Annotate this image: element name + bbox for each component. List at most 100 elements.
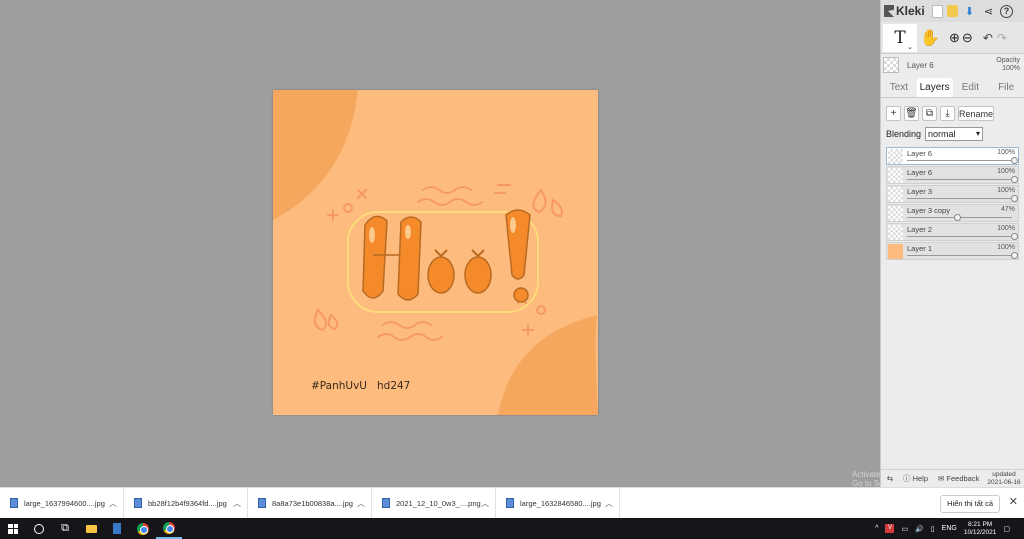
kleki-logo-icon: [884, 5, 894, 17]
opacity-slider-handle[interactable]: [1011, 252, 1018, 259]
chrome-active-button[interactable]: [156, 518, 182, 539]
share-icon[interactable]: ⋖: [981, 4, 996, 19]
layer-row[interactable]: Layer 6 100%: [886, 147, 1019, 165]
language-indicator[interactable]: ENG: [942, 525, 957, 532]
current-layer-thumbnail: [883, 57, 899, 73]
blending-select[interactable]: normal: [925, 127, 984, 141]
help-link[interactable]: ⓘ Help: [903, 473, 928, 484]
duplicate-icon: ⧉: [925, 108, 934, 119]
new-image-icon[interactable]: [932, 4, 943, 18]
image-file-icon: [10, 498, 18, 508]
volume-icon[interactable]: 🔊: [915, 525, 924, 533]
text-tool-icon: T: [894, 27, 906, 48]
artwork-tag-2: hd247: [377, 380, 411, 392]
opacity-slider-handle[interactable]: [1011, 233, 1018, 240]
opacity-slider-track[interactable]: [907, 198, 1012, 199]
rename-layer-button[interactable]: Rename: [958, 106, 994, 121]
download-filename: 2021_12_10_0w3_....png: [396, 498, 481, 508]
layer-row[interactable]: Layer 6 100%: [886, 166, 1019, 184]
layer-opacity: 47%: [1000, 206, 1015, 213]
layer-thumbnail: [888, 244, 903, 259]
updated-label: updated: [992, 470, 1016, 478]
opacity-slider-track[interactable]: [907, 255, 1012, 256]
download-item[interactable]: 2021_12_10_0w3_....png ︿: [372, 487, 496, 519]
clock[interactable]: 8:21 PM 10/12/2021: [964, 521, 997, 537]
tab-layers[interactable]: Layers: [916, 78, 953, 97]
layer-name: Layer 6: [907, 168, 933, 177]
hand-tool-icon[interactable]: ✋: [917, 24, 943, 52]
layer-row[interactable]: Layer 3 100%: [886, 185, 1019, 203]
tab-edit[interactable]: Edit: [953, 78, 989, 97]
duplicate-layer-button[interactable]: ⧉: [922, 106, 937, 121]
calculator-button[interactable]: [104, 518, 130, 539]
opacity-slider-handle[interactable]: [1011, 176, 1018, 183]
add-layer-button[interactable]: +: [886, 106, 901, 121]
tab-text[interactable]: Text: [881, 78, 917, 97]
swap-side-icon[interactable]: ⇆: [881, 474, 899, 483]
start-button[interactable]: [0, 518, 26, 539]
chevron-up-icon[interactable]: ︿: [481, 498, 489, 509]
network-icon[interactable]: ▭: [901, 525, 908, 533]
zoom-in-icon[interactable]: ⊕: [949, 30, 960, 46]
chevron-up-icon[interactable]: ︿: [109, 498, 117, 509]
opacity-slider-handle[interactable]: [953, 214, 961, 221]
layer-row[interactable]: Layer 3 copy 47%: [886, 204, 1019, 222]
cortana-icon: [34, 523, 44, 534]
text-tool-button[interactable]: T ⌄: [883, 23, 917, 52]
current-layer-name: Layer 6: [907, 60, 934, 70]
chevron-up-icon[interactable]: ︿: [605, 498, 613, 509]
task-view-button[interactable]: ⧉: [52, 518, 78, 539]
download-filename: bb28f12b4f9364fd....jpg: [148, 498, 227, 508]
download-item[interactable]: bb28f12b4f9364fd....jpg ︿: [124, 487, 248, 519]
panel-footer: ⇆ ⓘ Help ✉ Feedback updated 2021-06-16: [881, 469, 1024, 487]
chevron-up-icon[interactable]: ^: [875, 525, 878, 532]
opacity-slider-track[interactable]: [907, 179, 1012, 180]
download-item[interactable]: large_1637994600....jpg ︿: [0, 487, 124, 519]
trash-icon: 🗑: [905, 108, 918, 119]
updated-info[interactable]: updated 2021-06-16: [987, 471, 1020, 487]
opacity-slider-handle[interactable]: [1011, 157, 1018, 164]
merge-layer-button[interactable]: ⤓: [940, 106, 955, 121]
layer-opacity: 100%: [997, 244, 1015, 251]
zoom-out-icon[interactable]: ⊖: [962, 30, 973, 46]
layer-opacity: 100%: [997, 225, 1015, 232]
layer-row[interactable]: Layer 1 100%: [886, 242, 1019, 260]
layer-thumbnail: [888, 187, 903, 202]
download-icon[interactable]: ⬇: [962, 4, 977, 19]
tool-row: T ⌄ ✋ ⊕ ⊖ ↶ ↷: [881, 22, 1024, 54]
close-icon[interactable]: ✕: [1009, 495, 1018, 508]
help-icon[interactable]: ?: [1000, 4, 1013, 18]
chrome-icon: [137, 522, 149, 535]
download-item[interactable]: large_1632846580....jpg ︿: [496, 487, 620, 519]
undo-icon[interactable]: ↶: [983, 31, 993, 45]
opacity-slider-handle[interactable]: [1011, 195, 1018, 202]
opacity-slider-track[interactable]: [907, 160, 1012, 161]
redo-icon[interactable]: ↷: [997, 31, 1007, 45]
chrome-button[interactable]: [130, 518, 156, 539]
tab-file[interactable]: File: [988, 78, 1024, 97]
layer-buttons: + 🗑 ⧉ ⤓ Rename: [881, 98, 1024, 125]
file-explorer-button[interactable]: [78, 518, 104, 539]
artwork-signature: #PanhUvU hd247: [311, 380, 410, 392]
delete-layer-button[interactable]: 🗑: [904, 106, 919, 121]
panel-tabs: Text Layers Edit File: [881, 78, 1024, 98]
kleki-logo[interactable]: Kleki: [884, 4, 928, 18]
chevron-up-icon[interactable]: ︿: [357, 498, 365, 509]
search-button[interactable]: [26, 518, 52, 539]
canvas-workspace[interactable]: #PanhUvU hd247: [0, 0, 880, 487]
save-icon[interactable]: [947, 5, 958, 17]
battery-icon[interactable]: ▯: [931, 525, 935, 533]
notification-icon[interactable]: ▢: [1003, 525, 1010, 533]
artwork-graphic: [273, 90, 598, 415]
app-name: Kleki: [896, 4, 925, 18]
drawing-canvas[interactable]: #PanhUvU hd247: [273, 90, 598, 415]
top-toolbar: Kleki ⬇ ⋖ ?: [881, 0, 1024, 22]
download-bar: large_1637994600....jpg ︿ bb28f12b4f9364f…: [0, 487, 1024, 519]
antivirus-icon[interactable]: V: [885, 524, 895, 533]
opacity-slider-track[interactable]: [907, 236, 1012, 237]
feedback-link[interactable]: ✉ Feedback: [938, 474, 979, 483]
layer-row[interactable]: Layer 2 100%: [886, 223, 1019, 241]
download-item[interactable]: 8a8a73e1b00838a....jpg ︿: [248, 487, 372, 519]
show-all-downloads-button[interactable]: Hiển thị tất cả: [940, 495, 1000, 513]
chevron-up-icon[interactable]: ︿: [233, 498, 241, 509]
